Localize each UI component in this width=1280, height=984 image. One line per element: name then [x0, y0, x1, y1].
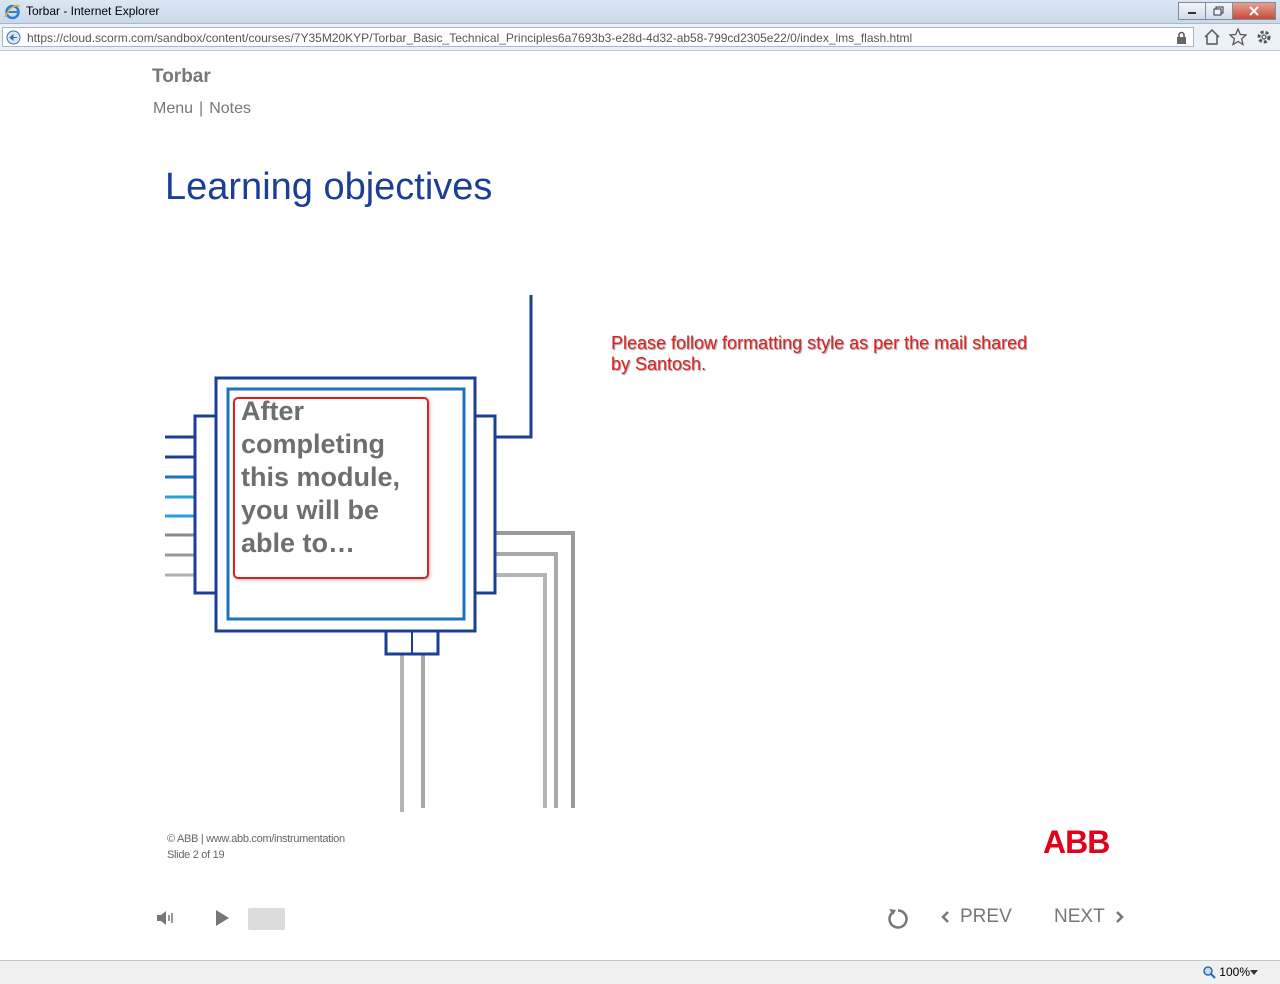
- browser-toolbar-icons: [1202, 27, 1274, 47]
- settings-button[interactable]: [1254, 27, 1274, 47]
- review-annotation: Please follow formatting style as per th…: [611, 333, 1028, 374]
- nav-separator: |: [199, 100, 204, 117]
- close-icon: [1249, 6, 1259, 16]
- prev-label: PREV: [960, 906, 1012, 927]
- next-button[interactable]: NEXT: [1054, 906, 1125, 928]
- zoom-dropdown-icon[interactable]: [1250, 970, 1258, 975]
- zoom-level: 100%: [1219, 965, 1250, 979]
- prev-button[interactable]: PREV: [940, 906, 1012, 928]
- course-title: Torbar: [152, 66, 211, 87]
- abb-logo: ABB: [1043, 824, 1110, 860]
- replay-button[interactable]: [884, 905, 912, 933]
- play-icon: [216, 910, 229, 926]
- zoom-control[interactable]: 100%: [1203, 965, 1250, 979]
- restore-button[interactable]: [1205, 2, 1233, 20]
- chip-tab-left: [193, 414, 218, 595]
- minimize-button[interactable]: [1178, 2, 1206, 20]
- window-controls: [1178, 2, 1276, 20]
- replay-icon: [888, 909, 908, 929]
- close-button[interactable]: [1232, 2, 1276, 20]
- objectives-intro-text: After completing this module, you will b…: [241, 396, 401, 558]
- volume-button[interactable]: [154, 905, 178, 931]
- chevron-right-icon: [1115, 911, 1124, 923]
- gear-icon: [1257, 30, 1271, 44]
- play-button[interactable]: [211, 905, 233, 931]
- url-field[interactable]: https://cloud.scorm.com/sandbox/content/…: [2, 27, 1194, 47]
- course-nav: Menu | Notes: [153, 100, 251, 118]
- slide-counter: Slide 2 of 19: [167, 849, 225, 861]
- chip-lead-right: [495, 573, 547, 808]
- star-icon: [1229, 28, 1247, 46]
- url-text: https://cloud.scorm.com/sandbox/content/…: [27, 31, 913, 45]
- favorites-button[interactable]: [1228, 27, 1248, 47]
- menu-link[interactable]: Menu: [153, 100, 193, 118]
- chip-tab-right: [473, 414, 497, 595]
- next-label: NEXT: [1054, 906, 1105, 927]
- volume-icon: [157, 911, 173, 925]
- chip-lead-top: [495, 295, 533, 439]
- restore-icon: [1213, 6, 1224, 16]
- window-title: Torbar - Internet Explorer: [26, 4, 160, 18]
- window-titlebar: Torbar - Internet Explorer: [0, 0, 1280, 24]
- slide-heading: Learning objectives: [165, 166, 493, 208]
- lock-icon[interactable]: [1176, 31, 1187, 44]
- home-icon: [1204, 28, 1220, 45]
- progress-indicator[interactable]: [248, 908, 285, 930]
- status-bar: 100%: [0, 960, 1280, 984]
- notes-link[interactable]: Notes: [209, 100, 251, 118]
- address-bar: https://cloud.scorm.com/sandbox/content/…: [0, 24, 1280, 51]
- ie-logo-icon: [4, 4, 21, 20]
- minimize-icon: [1188, 12, 1196, 14]
- home-button[interactable]: [1202, 27, 1222, 47]
- footer-copyright: © ABB | www.abb.com/instrumentation: [167, 833, 345, 845]
- zoom-icon: [1203, 965, 1217, 979]
- site-icon: [6, 30, 21, 45]
- chevron-left-icon: [941, 911, 949, 923]
